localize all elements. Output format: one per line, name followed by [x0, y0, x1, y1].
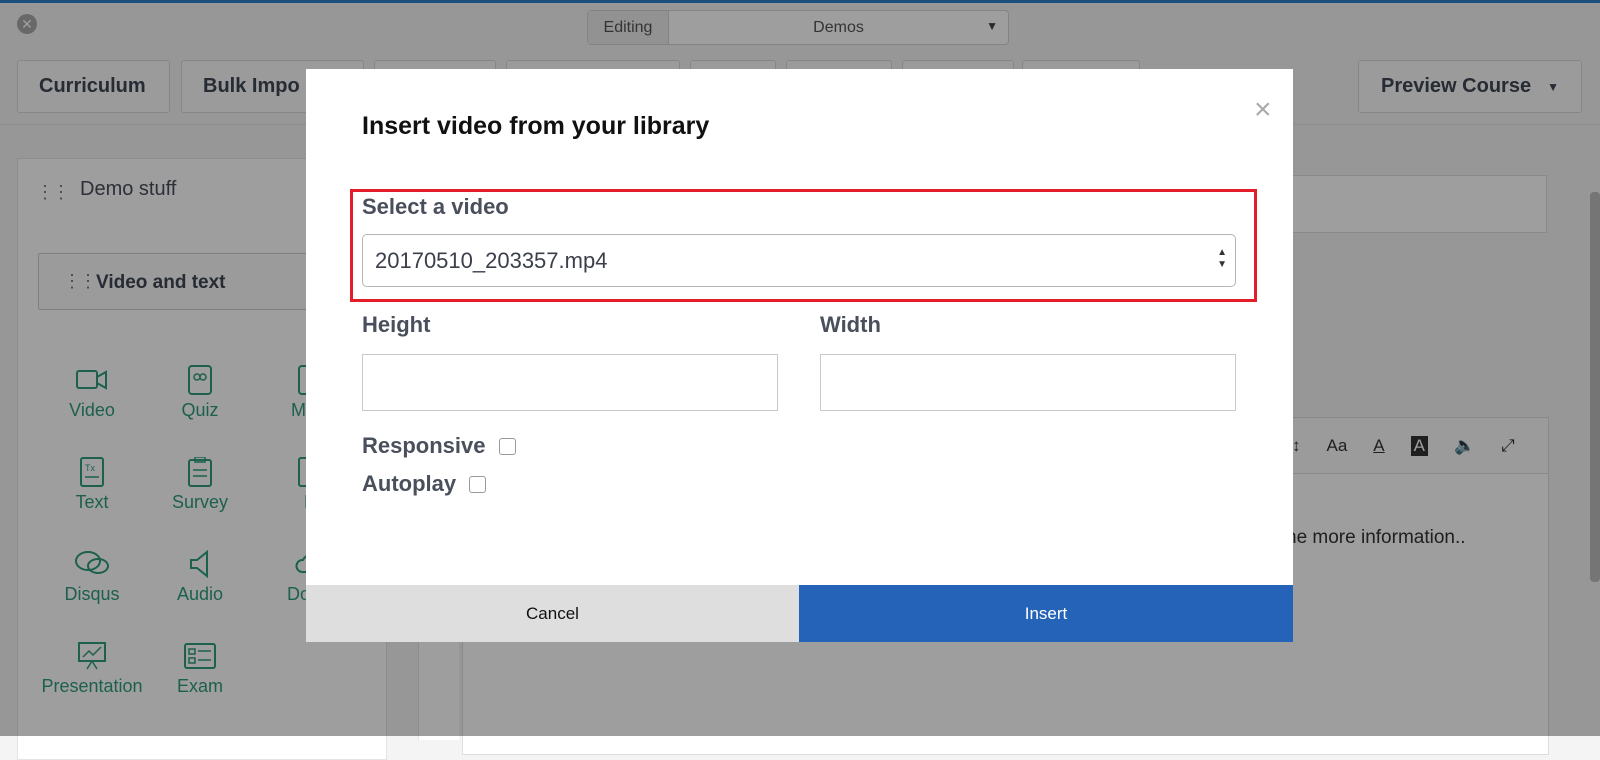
insert-video-modal: Insert video from your library × Select … [306, 69, 1293, 642]
modal-title: Insert video from your library [362, 112, 710, 140]
responsive-label: Responsive [362, 433, 486, 458]
cancel-button[interactable]: Cancel [306, 585, 799, 642]
video-select-value: 20170510_203357.mp4 [375, 247, 608, 273]
height-label: Height [362, 312, 431, 337]
responsive-checkbox[interactable] [499, 438, 516, 455]
autoplay-checkbox[interactable] [469, 476, 486, 493]
select-video-label: Select a video [362, 194, 509, 219]
select-arrows-icon: ▲ ▼ [1217, 247, 1227, 270]
height-input[interactable] [362, 354, 778, 411]
insert-button[interactable]: Insert [799, 585, 1293, 642]
video-select[interactable]: 20170510_203357.mp4 ▲ ▼ [362, 234, 1236, 287]
width-label: Width [820, 312, 881, 337]
close-icon[interactable]: × [1254, 95, 1272, 125]
width-input[interactable] [820, 354, 1236, 411]
autoplay-label: Autoplay [362, 471, 457, 496]
